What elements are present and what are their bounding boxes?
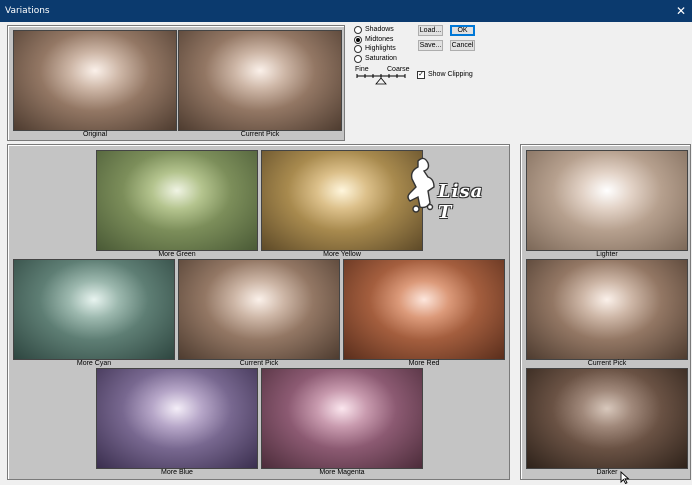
slider-thumb-icon (375, 77, 387, 85)
lighter-label: Lighter (596, 251, 618, 258)
save-button[interactable]: Save... (418, 40, 443, 51)
radio-highlights-label: Highlights (365, 45, 396, 52)
more-magenta-thumb[interactable] (261, 368, 423, 469)
radio-saturation-circle[interactable] (354, 54, 362, 63)
current-pick-preview (178, 30, 342, 131)
more-blue-label: More Blue (161, 469, 193, 476)
more-blue-thumb[interactable] (96, 368, 258, 469)
checkbox-check-icon[interactable]: ✓ (417, 70, 425, 79)
mouse-cursor-icon (620, 471, 630, 484)
current-pick-label: Current Pick (239, 360, 279, 367)
radio-shadows[interactable]: Shadows (354, 25, 394, 34)
current-pick-thumb[interactable] (178, 259, 340, 360)
more-magenta-label: More Magenta (319, 469, 365, 476)
more-green-label: More Green (158, 251, 196, 258)
more-red-thumb[interactable] (343, 259, 505, 360)
brightness-current-pick-thumb[interactable] (526, 259, 688, 360)
lisa-t-watermark: Lisa T (404, 155, 504, 223)
radio-midtones[interactable]: Midtones (354, 35, 393, 44)
radio-midtones-label: Midtones (365, 36, 394, 43)
more-cyan-thumb[interactable] (13, 259, 175, 360)
watermark-text: Lisa T (438, 181, 484, 223)
slider-fine-label: Fine (355, 66, 369, 73)
brightness-current-pick-label: Current Pick (587, 360, 627, 367)
radio-saturation-label: Saturation (365, 55, 397, 62)
fine-coarse-slider[interactable] (355, 73, 407, 86)
radio-highlights-circle[interactable] (354, 44, 362, 53)
darker-label: Darker (596, 469, 618, 476)
more-cyan-label: More Cyan (76, 360, 112, 367)
close-icon[interactable]: ✕ (670, 0, 692, 22)
cancel-button[interactable]: Cancel (450, 40, 475, 51)
title-bar: Variations ✕ (0, 0, 692, 22)
slider-coarse-label: Coarse (387, 66, 410, 73)
more-yellow-thumb[interactable] (261, 150, 423, 251)
radio-highlights[interactable]: Highlights (354, 44, 396, 53)
radio-shadows-label: Shadows (365, 26, 394, 33)
load-button[interactable]: Load... (418, 25, 443, 36)
more-red-label: More Red (408, 360, 440, 367)
current-pick-preview-label: Current Pick (240, 131, 280, 138)
ok-button[interactable]: OK (450, 25, 475, 36)
original-preview (13, 30, 177, 131)
show-clipping-label: Show Clipping (428, 71, 473, 78)
more-yellow-label: More Yellow (323, 251, 361, 258)
radio-shadows-circle[interactable] (354, 25, 362, 34)
show-clipping-checkbox[interactable]: ✓ Show Clipping (417, 70, 473, 79)
darker-thumb[interactable] (526, 368, 688, 469)
original-label: Original (82, 131, 108, 138)
radio-midtones-circle[interactable] (354, 35, 362, 44)
window-title: Variations (5, 6, 50, 16)
lighter-thumb[interactable] (526, 150, 688, 251)
more-green-thumb[interactable] (96, 150, 258, 251)
radio-saturation[interactable]: Saturation (354, 54, 397, 63)
